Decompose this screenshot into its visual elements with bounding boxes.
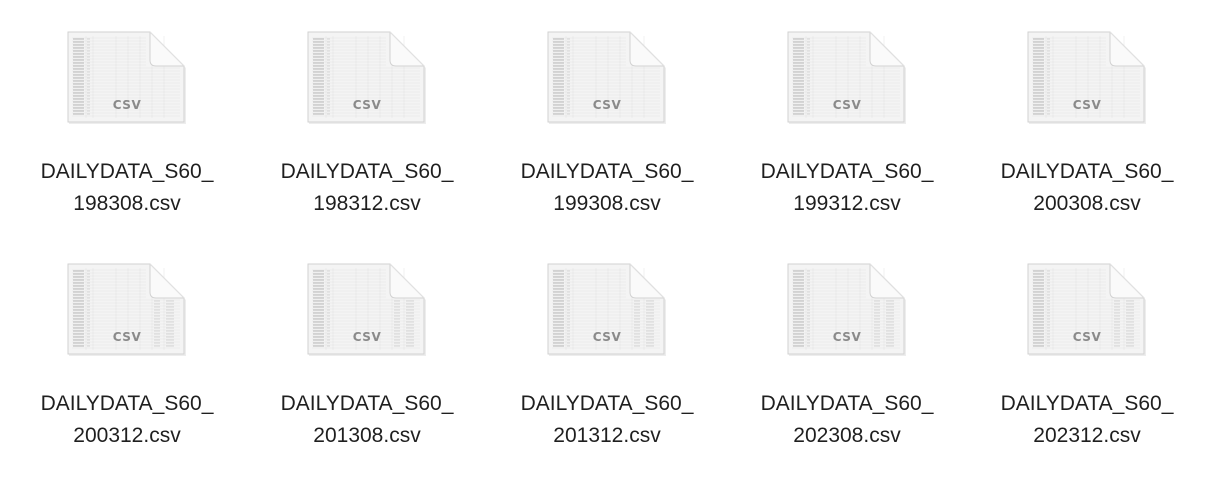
- csv-badge-label: CSV: [1072, 98, 1102, 112]
- file-name: DAILYDATA_S60_ 201312.csv: [487, 388, 727, 452]
- file-item-202312[interactable]: CSV DAILYDATA_S60_ 202312.csv: [967, 262, 1207, 494]
- csv-file-icon: CSV: [66, 30, 188, 126]
- csv-badge-label: CSV: [352, 98, 382, 112]
- csv-file-icon: CSV: [1026, 262, 1148, 358]
- csv-badge-label: CSV: [592, 98, 622, 112]
- file-grid: CSV DAILYDATA_S60_ 198308.csv CSV DAILYD…: [7, 30, 1207, 494]
- csv-file-icon: CSV: [786, 262, 908, 358]
- file-name: DAILYDATA_S60_ 198312.csv: [247, 156, 487, 220]
- csv-file-icon: CSV: [306, 262, 428, 358]
- file-name-line2: 198308.csv: [73, 192, 181, 215]
- csv-badge-label: CSV: [592, 330, 622, 344]
- csv-file-icon: CSV: [546, 30, 668, 126]
- file-name-line1: DAILYDATA_S60_: [760, 160, 934, 183]
- file-name-line1: DAILYDATA_S60_: [520, 160, 694, 183]
- file-name-line2: 199312.csv: [793, 192, 901, 215]
- csv-badge-label: CSV: [112, 98, 142, 112]
- csv-file-icon: CSV: [786, 30, 908, 126]
- csv-file-icon: CSV: [306, 30, 428, 126]
- file-item-200308[interactable]: CSV DAILYDATA_S60_ 200308.csv: [967, 30, 1207, 262]
- file-name: DAILYDATA_S60_ 199312.csv: [727, 156, 967, 220]
- file-name: DAILYDATA_S60_ 201308.csv: [247, 388, 487, 452]
- csv-file-icon: CSV: [546, 262, 668, 358]
- file-item-199312[interactable]: CSV DAILYDATA_S60_ 199312.csv: [727, 30, 967, 262]
- csv-file-icon: CSV: [66, 262, 188, 358]
- file-item-199308[interactable]: CSV DAILYDATA_S60_ 199308.csv: [487, 30, 727, 262]
- file-name-line1: DAILYDATA_S60_: [520, 392, 694, 415]
- file-name-line1: DAILYDATA_S60_: [760, 392, 934, 415]
- file-name: DAILYDATA_S60_ 200308.csv: [967, 156, 1207, 220]
- csv-badge-label: CSV: [832, 330, 862, 344]
- file-name-line1: DAILYDATA_S60_: [40, 160, 214, 183]
- file-name-line2: 198312.csv: [313, 192, 421, 215]
- file-item-198308[interactable]: CSV DAILYDATA_S60_ 198308.csv: [7, 30, 247, 262]
- file-name: DAILYDATA_S60_ 202308.csv: [727, 388, 967, 452]
- file-name-line1: DAILYDATA_S60_: [1000, 160, 1174, 183]
- file-name-line2: 201312.csv: [553, 424, 661, 447]
- file-item-200312[interactable]: CSV DAILYDATA_S60_ 200312.csv: [7, 262, 247, 494]
- file-name-line1: DAILYDATA_S60_: [280, 160, 454, 183]
- file-name-line2: 202312.csv: [1033, 424, 1141, 447]
- csv-badge-label: CSV: [832, 98, 862, 112]
- file-name-line2: 200312.csv: [73, 424, 181, 447]
- file-name: DAILYDATA_S60_ 198308.csv: [7, 156, 247, 220]
- csv-badge-label: CSV: [352, 330, 382, 344]
- file-name-line1: DAILYDATA_S60_: [1000, 392, 1174, 415]
- file-item-201308[interactable]: CSV DAILYDATA_S60_ 201308.csv: [247, 262, 487, 494]
- file-item-201312[interactable]: CSV DAILYDATA_S60_ 201312.csv: [487, 262, 727, 494]
- file-name-line2: 199308.csv: [553, 192, 661, 215]
- csv-badge-label: CSV: [1072, 330, 1102, 344]
- file-name-line1: DAILYDATA_S60_: [40, 392, 214, 415]
- csv-badge-label: CSV: [112, 330, 142, 344]
- file-item-198312[interactable]: CSV DAILYDATA_S60_ 198312.csv: [247, 30, 487, 262]
- file-name: DAILYDATA_S60_ 200312.csv: [7, 388, 247, 452]
- file-name-line2: 200308.csv: [1033, 192, 1141, 215]
- file-name: DAILYDATA_S60_ 199308.csv: [487, 156, 727, 220]
- file-name-line2: 201308.csv: [313, 424, 421, 447]
- file-name: DAILYDATA_S60_ 202312.csv: [967, 388, 1207, 452]
- file-item-202308[interactable]: CSV DAILYDATA_S60_ 202308.csv: [727, 262, 967, 494]
- csv-file-icon: CSV: [1026, 30, 1148, 126]
- file-name-line2: 202308.csv: [793, 424, 901, 447]
- file-name-line1: DAILYDATA_S60_: [280, 392, 454, 415]
